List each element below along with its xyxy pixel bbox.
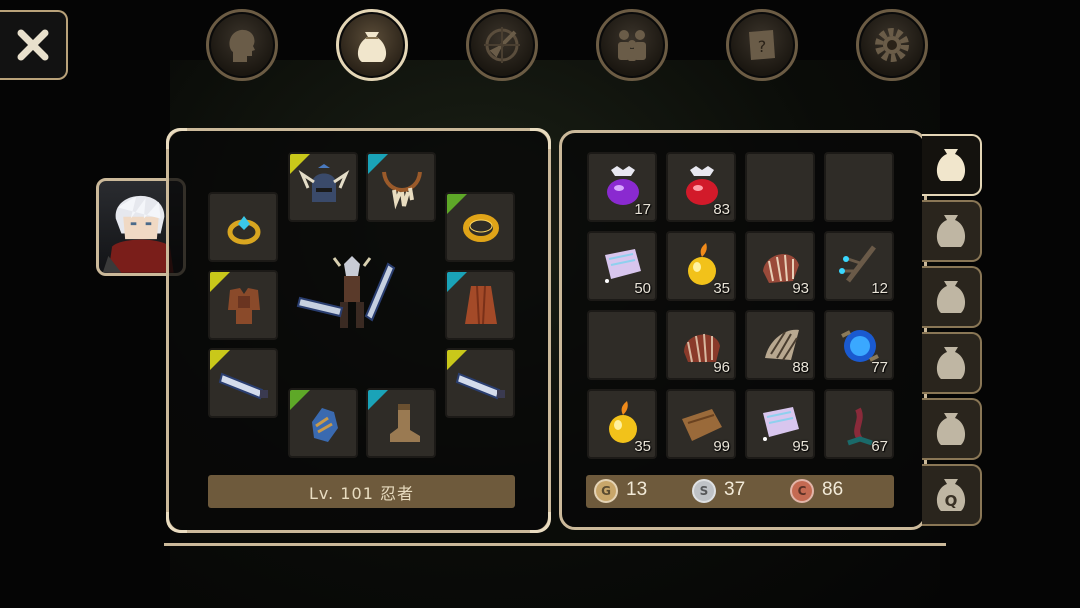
- gauntlet-icon: [312, 408, 338, 442]
- compass-sword-icon: [484, 27, 520, 63]
- gear-icon: [875, 28, 909, 62]
- greatsword-icon: [218, 372, 268, 400]
- tab-settings[interactable]: [856, 9, 928, 81]
- inventory-slot-empty[interactable]: [587, 310, 657, 380]
- inventory-slot[interactable]: 77: [824, 310, 894, 380]
- item-quantity: 88: [792, 359, 809, 376]
- close-x-icon: [17, 29, 49, 61]
- cape-icon: [465, 285, 497, 325]
- greatsword-icon: [455, 372, 505, 400]
- bag-tab-5[interactable]: [922, 398, 982, 460]
- bag-icon: [936, 347, 966, 379]
- equip-slot-ring-right[interactable]: [445, 192, 515, 262]
- quest-bag-icon: Q: [936, 479, 966, 511]
- tab-character[interactable]: [206, 9, 278, 81]
- tab-quests[interactable]: ?: [726, 9, 798, 81]
- equip-slot-boots[interactable]: [366, 388, 436, 458]
- bag-tab-3[interactable]: [922, 266, 982, 328]
- gem-ring-icon: [227, 216, 261, 245]
- equip-slot-helmet[interactable]: [288, 152, 358, 222]
- silver-amount: 37: [724, 479, 746, 500]
- quest-bag-label: Q: [945, 492, 958, 510]
- item-quantity: 35: [713, 280, 730, 297]
- silver-coin-icon: S: [692, 479, 716, 503]
- bottom-divider: [164, 543, 946, 546]
- inventory-slot[interactable]: 67: [824, 389, 894, 459]
- inventory-slot-empty[interactable]: [824, 152, 894, 222]
- tab-skills[interactable]: [466, 9, 538, 81]
- inventory-slot[interactable]: 17: [587, 152, 657, 222]
- equip-slot-weapon-right[interactable]: [445, 348, 515, 418]
- tab-inventory[interactable]: [336, 9, 408, 81]
- inventory-slot[interactable]: 99: [666, 389, 736, 459]
- gold-coin-icon: G: [594, 479, 618, 503]
- item-quantity: 12: [871, 280, 888, 297]
- bag-icon: [357, 32, 387, 62]
- item-quantity: 96: [713, 359, 730, 376]
- inventory-slot[interactable]: 88: [745, 310, 815, 380]
- item-quantity: 93: [792, 280, 809, 297]
- equip-slot-gloves[interactable]: [288, 388, 358, 458]
- item-quantity: 17: [634, 201, 651, 218]
- copper-coin-icon: C: [790, 479, 814, 503]
- bag-tab-1[interactable]: [922, 134, 982, 196]
- equip-slot-weapon-left[interactable]: [208, 348, 278, 418]
- inventory-slot[interactable]: 83: [666, 152, 736, 222]
- bag-icon: [936, 215, 966, 247]
- bag-tab-quest[interactable]: Q: [922, 464, 982, 526]
- inventory-slot[interactable]: 50: [587, 231, 657, 301]
- item-quantity: 50: [634, 280, 651, 297]
- gold-ring-icon: [463, 214, 499, 242]
- head-silhouette-icon: [229, 29, 255, 63]
- svg-text:?: ?: [758, 37, 767, 56]
- bag-icon: [936, 281, 966, 313]
- bag-icon: [936, 413, 966, 445]
- tooth-necklace-icon: [382, 171, 422, 210]
- bag-tab-2[interactable]: [922, 200, 982, 262]
- inventory-slot[interactable]: 95: [745, 389, 815, 459]
- equip-slot-cape[interactable]: [445, 270, 515, 340]
- close-button[interactable]: [0, 10, 68, 80]
- bag-tab-4[interactable]: [922, 332, 982, 394]
- equip-slot-armor[interactable]: [208, 270, 278, 340]
- item-quantity: 35: [634, 438, 651, 455]
- inventory-slot[interactable]: 93: [745, 231, 815, 301]
- people-icon: [618, 30, 646, 61]
- currency-bar: G 13 S 37 C 86: [586, 475, 894, 508]
- armor-icon: [228, 288, 260, 324]
- inventory-slot-empty[interactable]: [745, 152, 815, 222]
- item-quantity: 67: [871, 438, 888, 455]
- inventory-slot[interactable]: 35: [666, 231, 736, 301]
- scroll-question-icon: ?: [749, 30, 775, 60]
- copper-amount: 86: [822, 479, 844, 500]
- item-quantity: 83: [713, 201, 730, 218]
- character-level-label: Lv. 101 忍者: [208, 475, 515, 508]
- bag-icon: [936, 149, 966, 181]
- inventory-slot[interactable]: 35: [587, 389, 657, 459]
- item-quantity: 95: [792, 438, 809, 455]
- character-sprite: [296, 256, 396, 328]
- equip-slot-necklace[interactable]: [366, 152, 436, 222]
- item-quantity: 99: [713, 438, 730, 455]
- gold-amount: 13: [626, 479, 648, 500]
- frame-corner: [166, 128, 187, 149]
- horned-helmet-icon: [298, 164, 350, 202]
- item-quantity: 77: [871, 359, 888, 376]
- boot-icon: [390, 404, 420, 442]
- equip-slot-ring-left[interactable]: [208, 192, 278, 262]
- inventory-slot[interactable]: 12: [824, 231, 894, 301]
- inventory-slot[interactable]: 96: [666, 310, 736, 380]
- tab-party[interactable]: [596, 9, 668, 81]
